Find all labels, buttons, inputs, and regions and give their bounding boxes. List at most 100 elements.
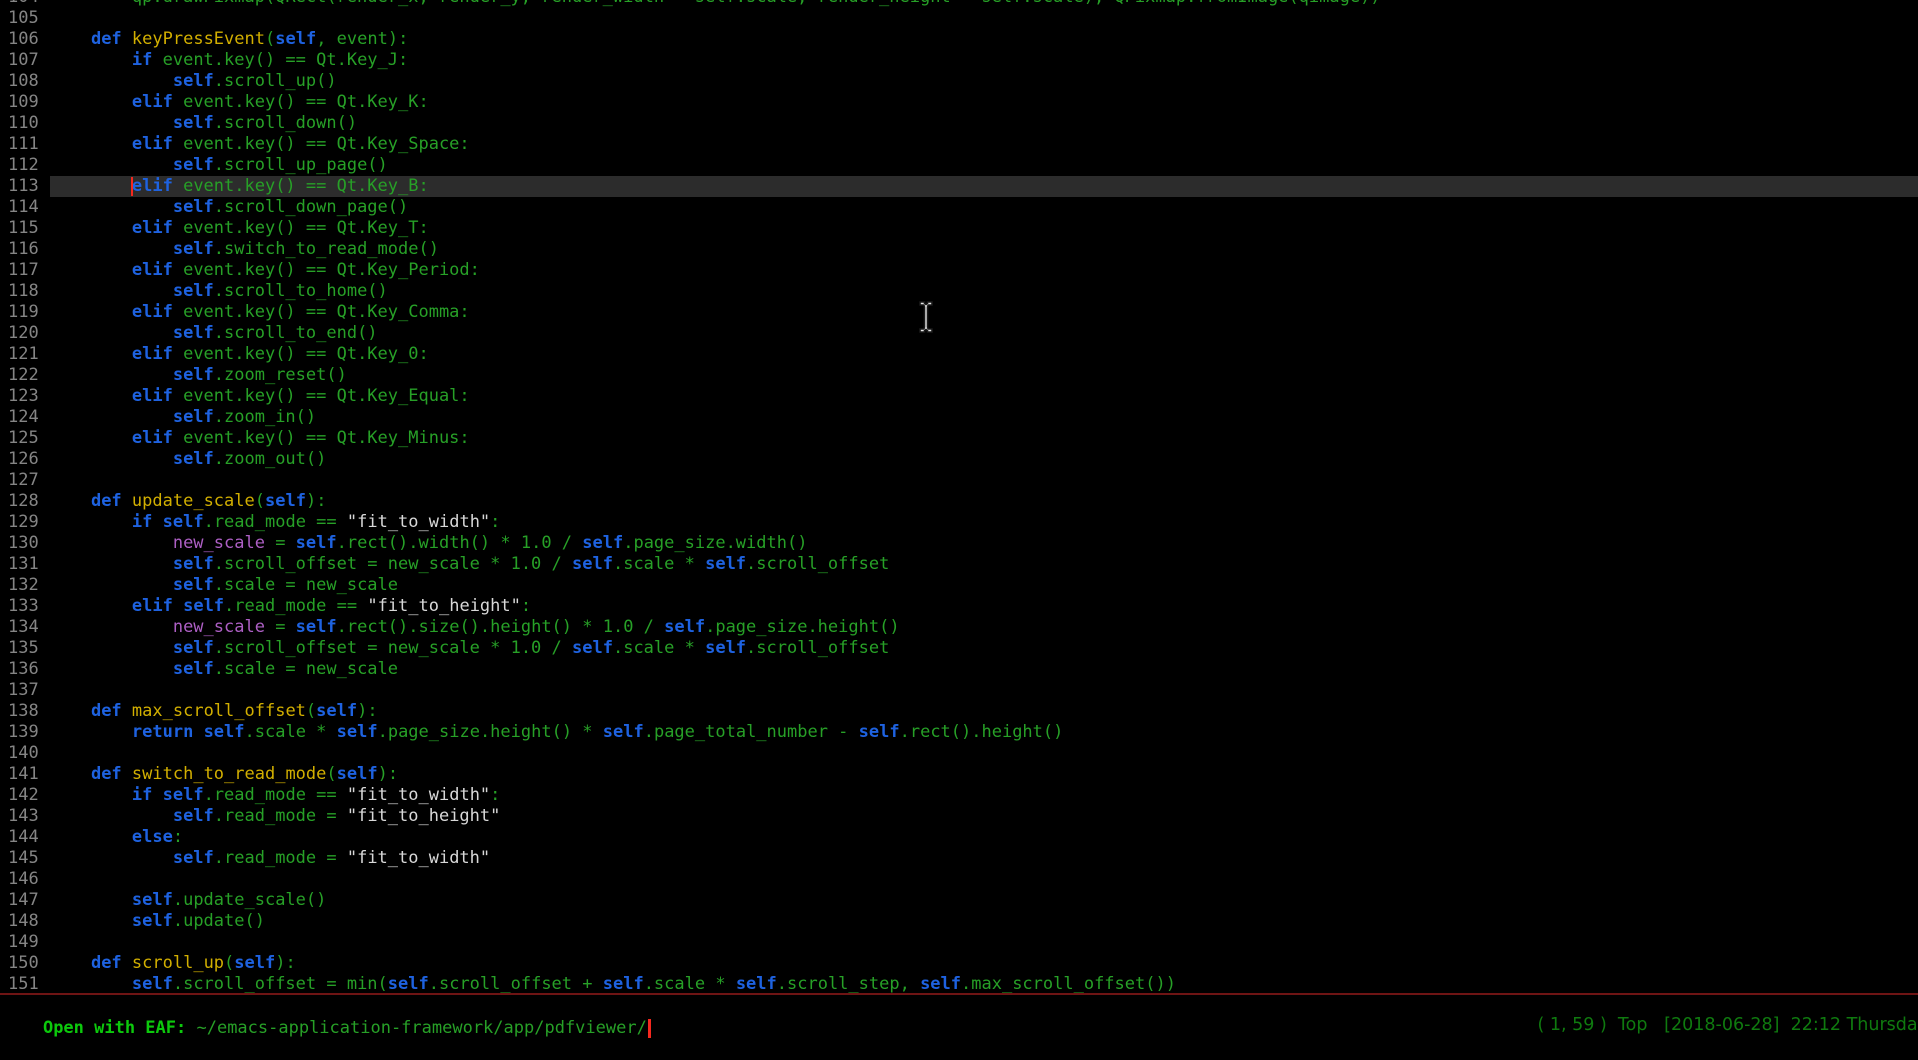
line-number: 119 — [0, 302, 50, 323]
code-line[interactable]: 129 if self.read_mode == "fit_to_width": — [0, 512, 1918, 533]
line-number: 150 — [0, 953, 50, 974]
code-line[interactable]: 132 self.scale = new_scale — [0, 575, 1918, 596]
editor-buffer[interactable]: 104 qp.drawPixmap(QRect(render_x, render… — [0, 0, 1918, 995]
code-area: 104 qp.drawPixmap(QRect(render_x, render… — [0, 0, 1918, 995]
code-line-text: if self.read_mode == "fit_to_width": — [50, 785, 1918, 806]
code-line[interactable]: 122 self.zoom_reset() — [0, 365, 1918, 386]
line-number: 113 — [0, 176, 50, 197]
line-number: 139 — [0, 722, 50, 743]
code-line-text: elif event.key() == Qt.Key_B: — [50, 176, 1918, 197]
code-line[interactable]: 139 return self.scale * self.page_size.h… — [0, 722, 1918, 743]
code-line-text — [50, 743, 1918, 764]
line-number: 132 — [0, 575, 50, 596]
code-line-text: def keyPressEvent(self, event): — [50, 29, 1918, 50]
code-line[interactable]: 150 def scroll_up(self): — [0, 953, 1918, 974]
code-line-text: self.zoom_reset() — [50, 365, 1918, 386]
code-line-text: self.update_scale() — [50, 890, 1918, 911]
echo-area-tray-status: ( 1, 59 ) Top [2018-06-28] 22:12 Thursda… — [1537, 1014, 1918, 1036]
code-line[interactable]: 136 self.scale = new_scale — [0, 659, 1918, 680]
code-line-text: else: — [50, 827, 1918, 848]
line-number: 120 — [0, 323, 50, 344]
code-line[interactable]: 134 new_scale = self.rect().size().heigh… — [0, 617, 1918, 638]
code-line[interactable]: 109 elif event.key() == Qt.Key_K: — [0, 92, 1918, 113]
code-line[interactable]: 108 self.scroll_up() — [0, 71, 1918, 92]
code-line[interactable]: 106 def keyPressEvent(self, event): — [0, 29, 1918, 50]
code-line[interactable]: 126 self.zoom_out() — [0, 449, 1918, 470]
line-number: 149 — [0, 932, 50, 953]
code-line-text — [50, 470, 1918, 491]
code-line[interactable]: 131 self.scroll_offset = new_scale * 1.0… — [0, 554, 1918, 575]
line-number: 133 — [0, 596, 50, 617]
line-number: 105 — [0, 8, 50, 29]
line-number: 111 — [0, 134, 50, 155]
code-line-text: self.scale = new_scale — [50, 659, 1918, 680]
minibuffer[interactable]: Open with EAF: ~/emacs-application-frame… — [0, 995, 1918, 1037]
code-line[interactable]: 114 self.scroll_down_page() — [0, 197, 1918, 218]
line-number: 124 — [0, 407, 50, 428]
code-line[interactable]: 113 elif event.key() == Qt.Key_B: — [0, 176, 1918, 197]
code-line[interactable]: 147 self.update_scale() — [0, 890, 1918, 911]
code-line[interactable]: 145 self.read_mode = "fit_to_width" — [0, 848, 1918, 869]
code-line[interactable]: 112 self.scroll_up_page() — [0, 155, 1918, 176]
code-line-text: self.read_mode = "fit_to_height" — [50, 806, 1918, 827]
code-line[interactable]: 144 else: — [0, 827, 1918, 848]
code-line-text: def max_scroll_offset(self): — [50, 701, 1918, 722]
code-line[interactable]: 128 def update_scale(self): — [0, 491, 1918, 512]
line-number: 135 — [0, 638, 50, 659]
code-line[interactable]: 124 self.zoom_in() — [0, 407, 1918, 428]
code-line[interactable]: 133 elif self.read_mode == "fit_to_heigh… — [0, 596, 1918, 617]
code-line[interactable]: 138 def max_scroll_offset(self): — [0, 701, 1918, 722]
line-number: 146 — [0, 869, 50, 890]
code-line-text: self.scroll_down() — [50, 113, 1918, 134]
code-line[interactable]: 107 if event.key() == Qt.Key_J: — [0, 50, 1918, 71]
code-line[interactable]: 141 def switch_to_read_mode(self): — [0, 764, 1918, 785]
code-line[interactable]: 140 — [0, 743, 1918, 764]
line-number: 151 — [0, 974, 50, 995]
line-number: 121 — [0, 344, 50, 365]
line-number: 126 — [0, 449, 50, 470]
code-line[interactable]: 121 elif event.key() == Qt.Key_0: — [0, 344, 1918, 365]
code-line-text: new_scale = self.rect().size().height() … — [50, 617, 1918, 638]
code-line[interactable]: 135 self.scroll_offset = new_scale * 1.0… — [0, 638, 1918, 659]
code-line[interactable]: 110 self.scroll_down() — [0, 113, 1918, 134]
code-line[interactable]: 127 — [0, 470, 1918, 491]
code-line[interactable]: 125 elif event.key() == Qt.Key_Minus: — [0, 428, 1918, 449]
code-line-text: elif event.key() == Qt.Key_K: — [50, 92, 1918, 113]
code-line[interactable]: 117 elif event.key() == Qt.Key_Period: — [0, 260, 1918, 281]
code-line[interactable]: 119 elif event.key() == Qt.Key_Comma: — [0, 302, 1918, 323]
code-line[interactable]: 151 self.scroll_offset = min(self.scroll… — [0, 974, 1918, 995]
code-line-text — [50, 932, 1918, 953]
minibuffer-input[interactable]: ~/emacs-application-framework/app/pdfvie… — [196, 1018, 646, 1038]
minibuffer-line[interactable]: Open with EAF: ~/emacs-application-frame… — [2, 997, 651, 1018]
code-line[interactable]: 105 — [0, 8, 1918, 29]
code-line[interactable]: 116 self.switch_to_read_mode() — [0, 239, 1918, 260]
line-number: 104 — [0, 0, 50, 8]
code-line[interactable]: 142 if self.read_mode == "fit_to_width": — [0, 785, 1918, 806]
code-line[interactable]: 120 self.scroll_to_end() — [0, 323, 1918, 344]
code-line[interactable]: 111 elif event.key() == Qt.Key_Space: — [0, 134, 1918, 155]
code-line[interactable]: 137 — [0, 680, 1918, 701]
code-line[interactable]: 123 elif event.key() == Qt.Key_Equal: — [0, 386, 1918, 407]
line-number: 134 — [0, 617, 50, 638]
code-line-text: self.scale = new_scale — [50, 575, 1918, 596]
code-line[interactable]: 130 new_scale = self.rect().width() * 1.… — [0, 533, 1918, 554]
code-line-text — [50, 869, 1918, 890]
code-line-text: def scroll_up(self): — [50, 953, 1918, 974]
code-line[interactable]: 146 — [0, 869, 1918, 890]
code-line[interactable]: 149 — [0, 932, 1918, 953]
code-line[interactable]: 148 self.update() — [0, 911, 1918, 932]
code-line-text: self.scroll_offset = new_scale * 1.0 / s… — [50, 638, 1918, 659]
code-line[interactable]: 118 self.scroll_to_home() — [0, 281, 1918, 302]
line-number: 148 — [0, 911, 50, 932]
line-number: 137 — [0, 680, 50, 701]
code-line[interactable]: 104 qp.drawPixmap(QRect(render_x, render… — [0, 0, 1918, 8]
code-line-text: self.update() — [50, 911, 1918, 932]
code-line[interactable]: 143 self.read_mode = "fit_to_height" — [0, 806, 1918, 827]
code-line-text: self.switch_to_read_mode() — [50, 239, 1918, 260]
line-number: 108 — [0, 71, 50, 92]
line-number: 144 — [0, 827, 50, 848]
line-number: 123 — [0, 386, 50, 407]
code-line-text: elif event.key() == Qt.Key_Comma: — [50, 302, 1918, 323]
code-line-text: qp.drawPixmap(QRect(render_x, render_y, … — [50, 0, 1918, 8]
code-line[interactable]: 115 elif event.key() == Qt.Key_T: — [0, 218, 1918, 239]
